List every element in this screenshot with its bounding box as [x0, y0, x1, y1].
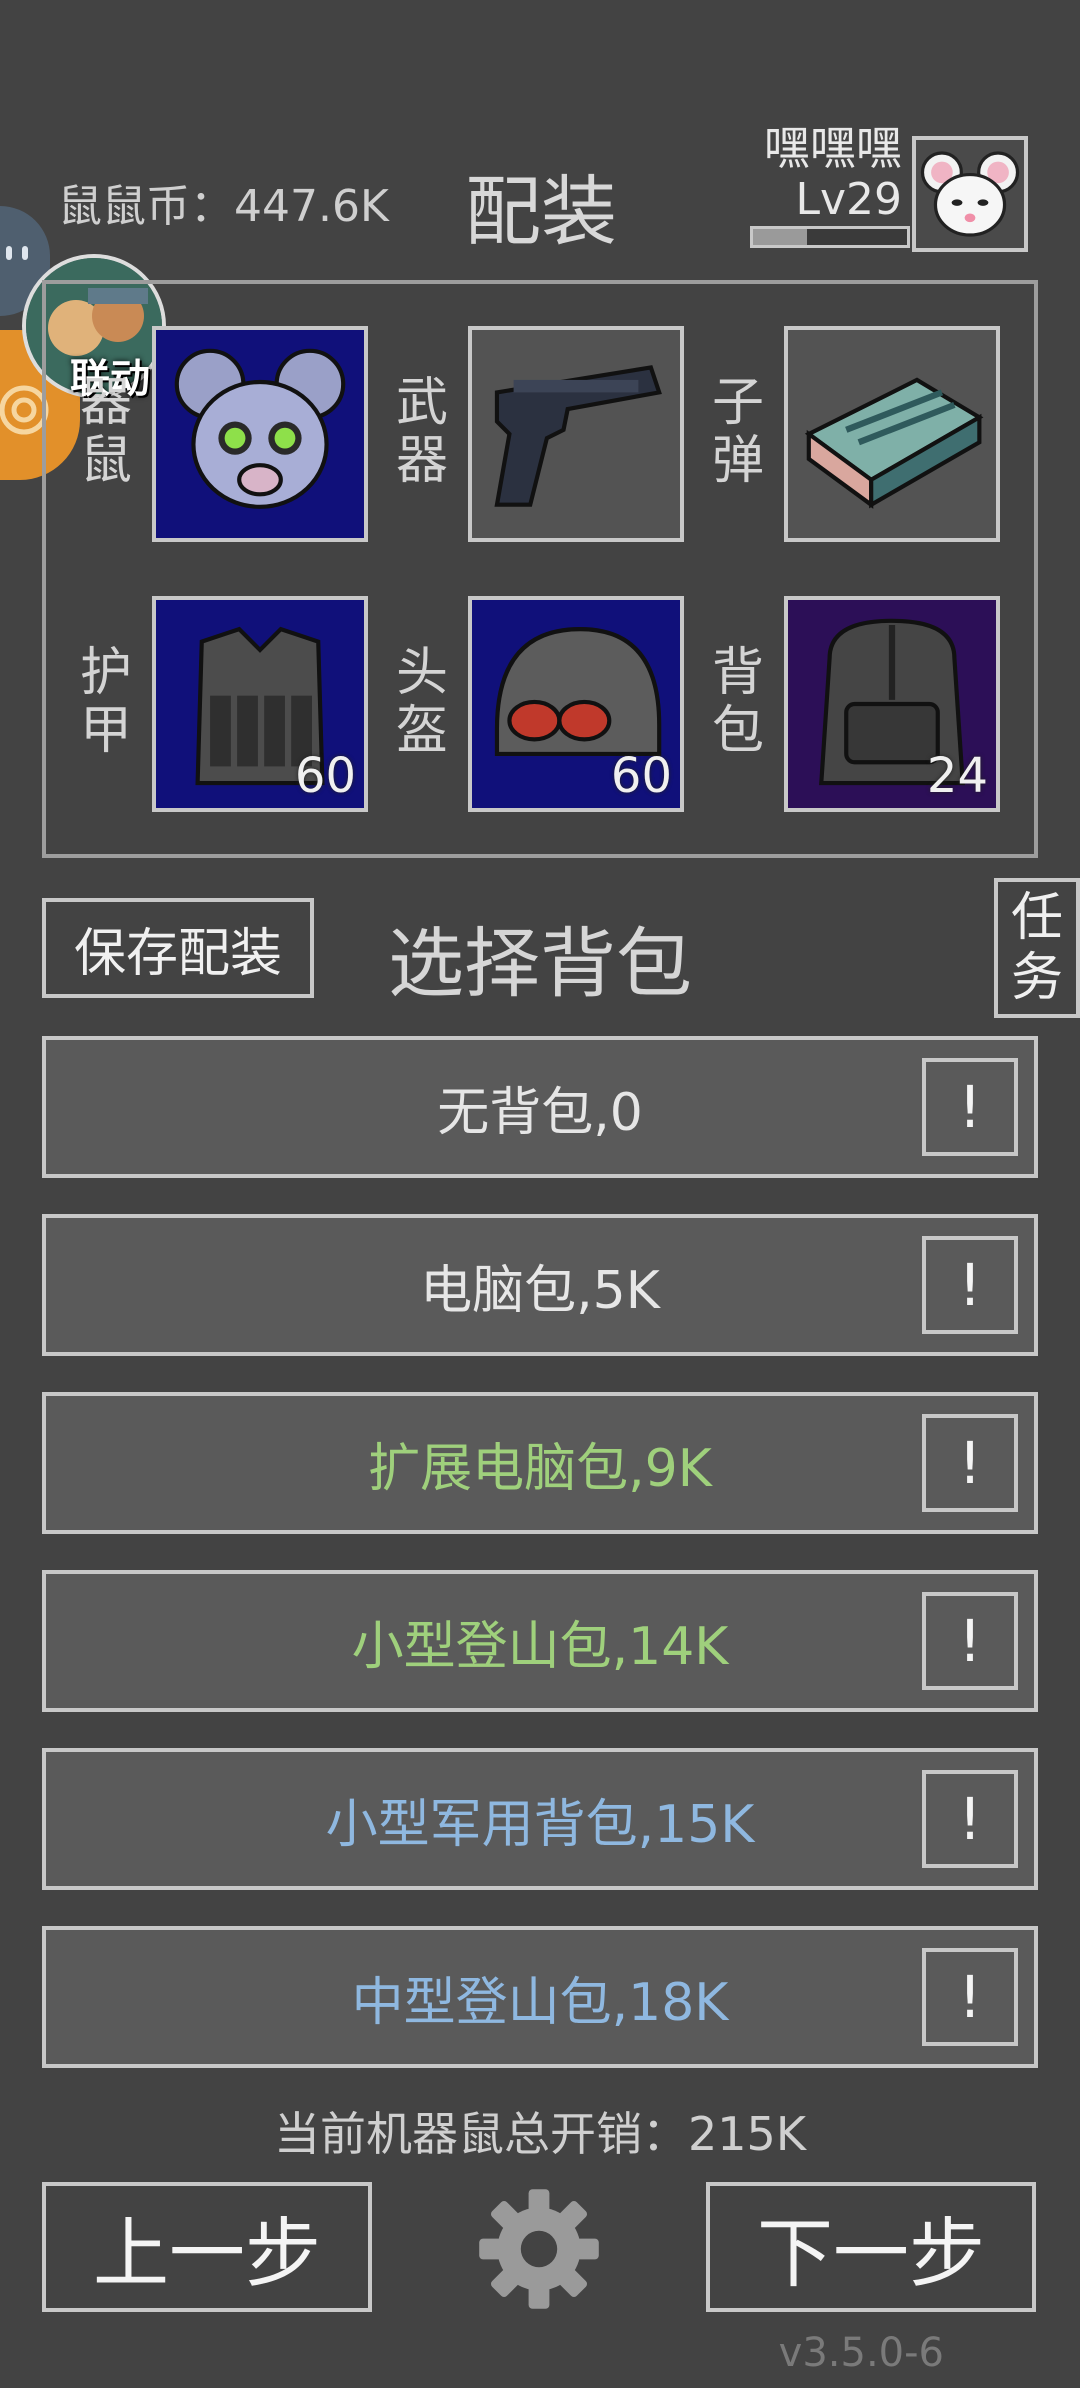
info-button[interactable]: ! [922, 1058, 1018, 1156]
info-button[interactable]: ! [922, 1948, 1018, 2046]
backpack-option[interactable]: 扩展电脑包,9K ! [42, 1392, 1038, 1534]
next-step-button[interactable]: 下一步 [706, 2182, 1036, 2312]
mouse-avatar-icon [920, 151, 1020, 237]
slot-label-weapon: 武 器 [395, 373, 448, 491]
backpack-option-label: 中型登山包,18K [351, 1972, 729, 2033]
info-button[interactable]: ! [922, 1414, 1018, 1512]
backpack-option-label: 电脑包,5K [420, 1260, 660, 1321]
pistol-icon [494, 365, 662, 507]
settings-button[interactable] [474, 2184, 604, 2314]
ammo-box-icon [804, 377, 984, 509]
total-cost: 当前机器鼠总开销：215K [274, 2107, 806, 2161]
backpack-option[interactable]: 无背包,0 ! [42, 1036, 1038, 1178]
slot-label-helmet: 头 盔 [395, 643, 448, 761]
backpack-capacity: 24 [926, 748, 988, 804]
backpack-option-label: 无背包,0 [437, 1082, 643, 1143]
player-level: Lv29 [795, 174, 902, 225]
info-button[interactable]: ! [922, 1770, 1018, 1868]
version-label: v3.5.0-6 [778, 2330, 944, 2376]
prev-step-button[interactable]: 上一步 [42, 2182, 372, 2312]
section-title: 选择背包 [388, 919, 692, 1008]
page-title: 配装 [465, 167, 617, 256]
slot-helmet[interactable]: 60 [468, 596, 684, 812]
xp-bar-fill [753, 229, 807, 245]
xp-bar [750, 226, 910, 248]
save-loadout-button[interactable]: 保存配装 [42, 898, 314, 998]
slot-robot-mouse[interactable] [152, 326, 368, 542]
gear-icon [479, 2189, 599, 2309]
task-button[interactable]: 任 务 [994, 878, 1080, 1018]
player-name: 嘿嘿嘿 [764, 121, 902, 175]
backpack-option[interactable]: 中型登山包,18K ! [42, 1926, 1038, 2068]
slot-armor[interactable]: 60 [152, 596, 368, 812]
backpack-option-label: 扩展电脑包,9K [368, 1438, 712, 1499]
info-button[interactable]: ! [922, 1592, 1018, 1690]
slot-weapon[interactable] [468, 326, 684, 542]
armor-durability: 60 [294, 748, 356, 804]
slot-backpack[interactable]: 24 [784, 596, 1000, 812]
player-avatar[interactable] [912, 136, 1028, 252]
helmet-durability: 60 [610, 748, 672, 804]
robot-mouse-head-icon [174, 348, 346, 509]
backpack-option[interactable]: 小型军用背包,15K ! [42, 1748, 1038, 1890]
slot-label-ammo: 子 弹 [711, 373, 764, 491]
slot-label-armor: 护 甲 [79, 643, 132, 761]
backpack-option-label: 小型军用背包,15K [325, 1794, 755, 1855]
slot-ammo[interactable] [784, 326, 1000, 542]
slot-label-backpack: 背 包 [711, 643, 764, 761]
backpack-option[interactable]: 电脑包,5K ! [42, 1214, 1038, 1356]
backpack-option[interactable]: 小型登山包,14K ! [42, 1570, 1038, 1712]
backpack-option-label: 小型登山包,14K [351, 1616, 729, 1677]
slot-label-robot-mouse: 器 鼠 [79, 373, 132, 491]
coin-balance: 鼠鼠币：447.6K [58, 181, 389, 232]
info-button[interactable]: ! [922, 1236, 1018, 1334]
